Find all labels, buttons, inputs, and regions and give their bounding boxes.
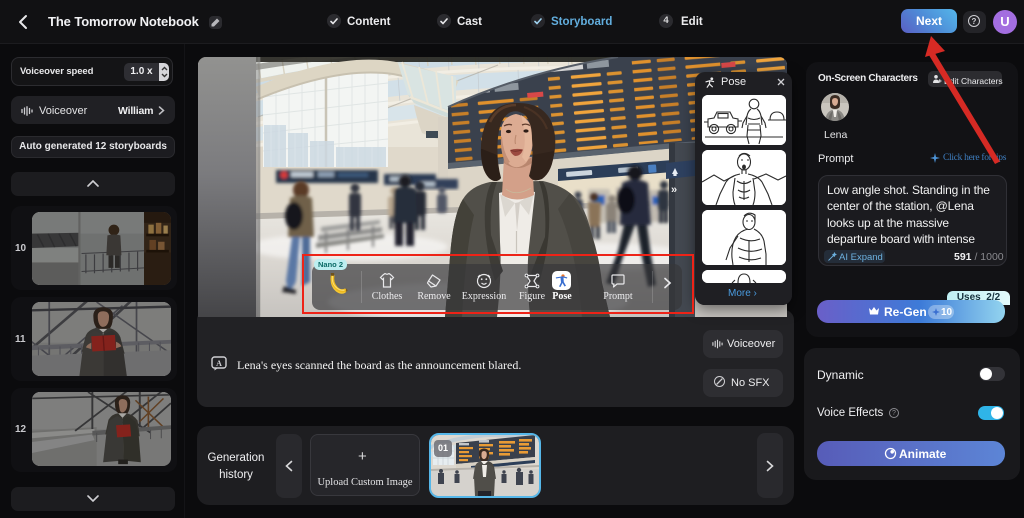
svg-text:»: »: [671, 184, 677, 196]
svg-text:A: A: [216, 359, 222, 368]
